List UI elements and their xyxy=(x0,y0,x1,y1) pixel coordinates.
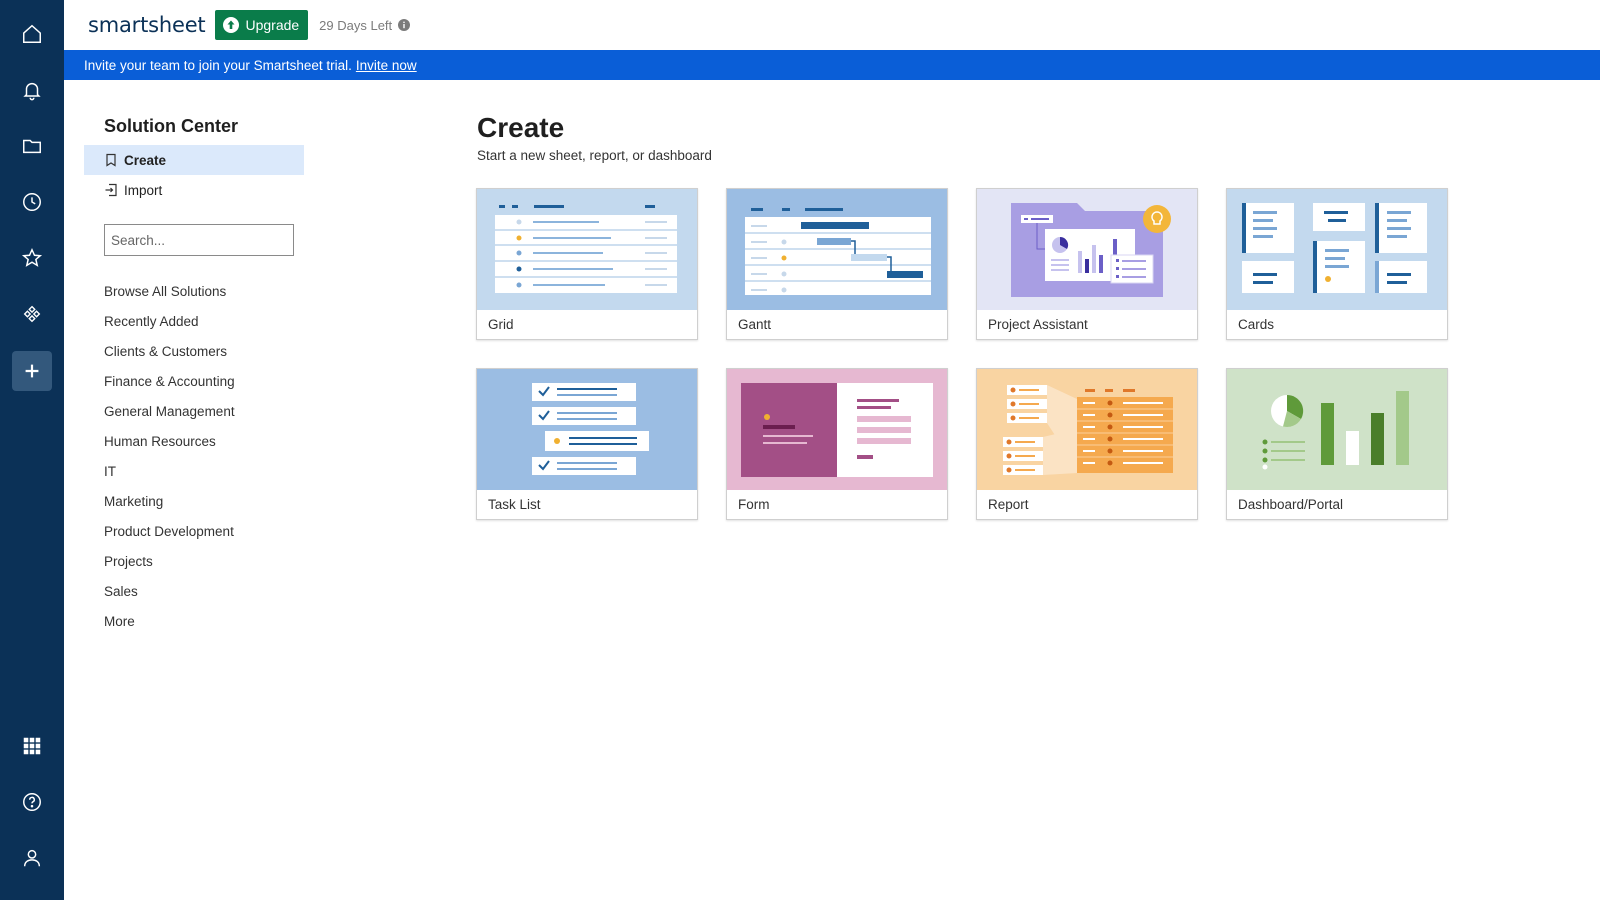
banner-text: Invite your team to join your Smartsheet… xyxy=(84,57,352,73)
smartsheet-logo[interactable]: smartsheet xyxy=(88,13,206,37)
grid-apps-icon[interactable] xyxy=(12,726,52,766)
trial-days: 29 Days Left xyxy=(319,17,411,33)
card-label: Form xyxy=(738,497,770,512)
card-label: Report xyxy=(988,497,1029,512)
star-icon[interactable] xyxy=(12,238,52,278)
invite-now-link[interactable]: Invite now xyxy=(356,58,417,73)
card-cards[interactable]: Cards xyxy=(1226,188,1448,340)
top-header: smartsheet Upgrade 29 Days Left xyxy=(64,0,1600,50)
card-grid[interactable]: Grid xyxy=(476,188,698,340)
category-item[interactable]: Human Resources xyxy=(104,426,235,456)
user-icon[interactable] xyxy=(12,838,52,878)
card-label: Task List xyxy=(488,497,541,512)
subnav-import-label: Import xyxy=(124,182,163,198)
category-item[interactable]: Browse All Solutions xyxy=(104,276,235,306)
category-item[interactable]: Finance & Accounting xyxy=(104,366,235,396)
category-item[interactable]: Projects xyxy=(104,546,235,576)
plus-icon[interactable] xyxy=(12,351,52,391)
task-list-illustration xyxy=(477,369,697,490)
left-rail xyxy=(0,0,64,900)
card-label: Grid xyxy=(488,317,514,332)
solution-search xyxy=(104,224,294,256)
card-label: Gantt xyxy=(738,317,772,332)
card-label: Project Assistant xyxy=(988,317,1088,332)
help-icon[interactable] xyxy=(12,782,52,822)
subnav-item-import[interactable]: Import xyxy=(84,175,304,205)
grid-illustration xyxy=(477,189,697,310)
solution-center-title: Solution Center xyxy=(104,116,238,136)
sheet-icon xyxy=(106,153,116,167)
clock-icon[interactable] xyxy=(12,182,52,222)
report-illustration xyxy=(977,369,1197,490)
bell-icon[interactable] xyxy=(12,70,52,110)
workapps-icon[interactable] xyxy=(12,294,52,334)
card-task-list[interactable]: Task List xyxy=(476,368,698,520)
category-item[interactable]: General Management xyxy=(104,396,235,426)
page-subtitle: Start a new sheet, report, or dashboard xyxy=(477,148,712,163)
upgrade-arrow-icon xyxy=(223,17,240,33)
category-item[interactable]: Sales xyxy=(104,576,235,606)
page-title: Create xyxy=(477,112,565,143)
folder-icon[interactable] xyxy=(12,126,52,166)
upgrade-label: Upgrade xyxy=(245,17,300,33)
category-item[interactable]: IT xyxy=(104,456,235,486)
info-icon[interactable] xyxy=(398,19,411,31)
invite-banner: Invite your team to join your Smartsheet… xyxy=(64,50,1600,80)
trial-days-label: 29 Days Left xyxy=(319,17,393,33)
card-form[interactable]: Form xyxy=(726,368,948,520)
home-icon[interactable] xyxy=(12,14,52,54)
category-item[interactable]: Product Development xyxy=(104,516,235,546)
upgrade-button[interactable]: Upgrade xyxy=(215,10,309,40)
import-icon xyxy=(105,183,117,197)
project-assistant-illustration xyxy=(977,189,1197,310)
form-illustration xyxy=(727,369,947,490)
category-list: Browse All Solutions Recently Added Clie… xyxy=(104,276,235,636)
category-item[interactable]: More xyxy=(104,606,235,636)
subnav-create-label: Create xyxy=(124,152,167,168)
card-label: Cards xyxy=(1238,317,1275,332)
solution-center-nav: Solution Center Create Import Browse All… xyxy=(84,116,304,629)
dashboard-illustration xyxy=(1227,369,1447,490)
card-report[interactable]: Report xyxy=(976,368,1198,520)
card-gantt[interactable]: Gantt xyxy=(726,188,948,340)
category-item[interactable]: Marketing xyxy=(104,486,235,516)
cards-illustration xyxy=(1227,189,1447,310)
category-item[interactable]: Recently Added xyxy=(104,306,235,336)
subnav-item-create[interactable]: Create xyxy=(84,145,304,175)
card-dashboard-portal[interactable]: Dashboard/Portal xyxy=(1226,368,1448,520)
category-item[interactable]: Clients & Customers xyxy=(104,336,235,366)
gantt-illustration xyxy=(727,189,947,310)
card-project-assistant[interactable]: Project Assistant xyxy=(976,188,1198,340)
search-input[interactable] xyxy=(105,225,288,255)
card-label: Dashboard/Portal xyxy=(1238,497,1344,512)
